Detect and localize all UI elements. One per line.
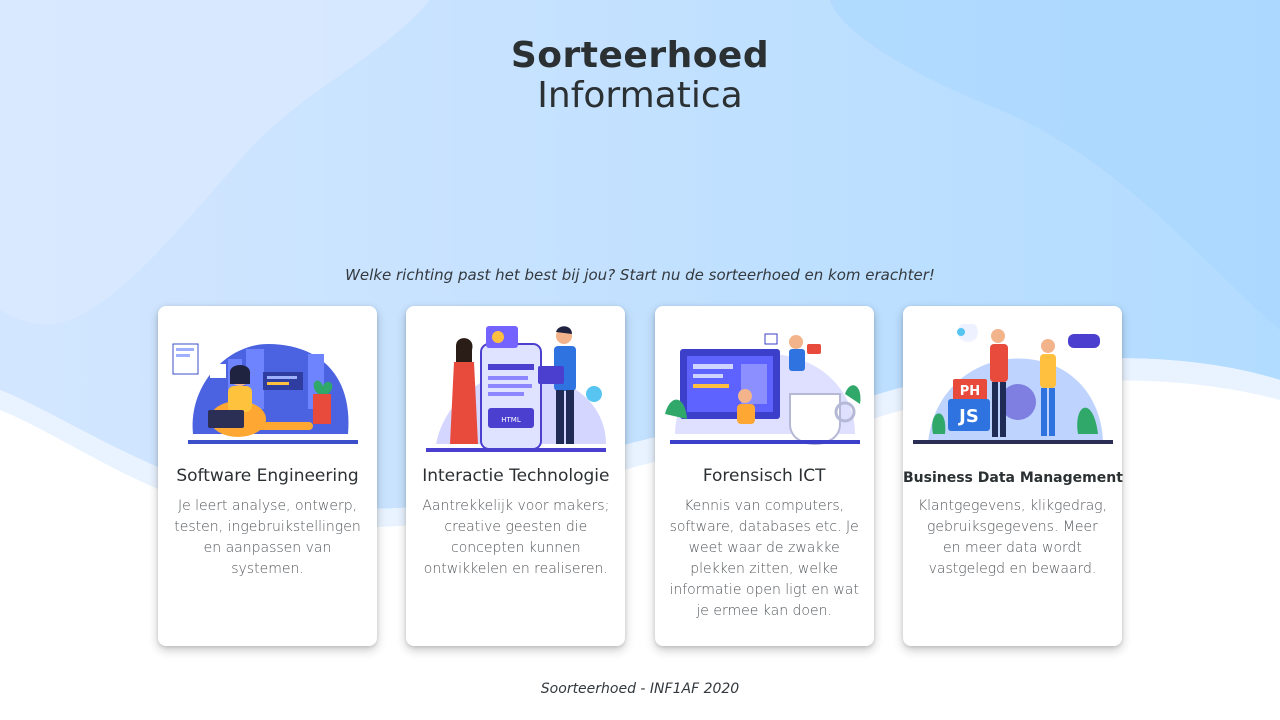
card-grid: Software Engineering Je leert analyse, o… [158, 306, 1123, 646]
card-description: Klantgegevens, klikgedrag, gebruiksgegev… [917, 498, 1108, 577]
card-description: Kennis van computers, software, database… [669, 498, 859, 619]
php-badge: PH [960, 384, 980, 399]
card-forensisch-ict[interactable]: Forensisch ICT Kennis van computers, sof… [654, 306, 874, 646]
tagline: Welke richting past het best bij jou? St… [345, 266, 935, 284]
footer-text: Soorteerhoed - INF1AF 2020 [540, 681, 740, 697]
card-description: Aantrekkelijk voor makers; creative gees… [422, 498, 610, 577]
card-title: Software Engineering [176, 466, 359, 486]
card-title: Interactie Technologie [422, 466, 610, 486]
card-title: Business Data Management [902, 470, 1123, 486]
card-software-engineering[interactable]: Software Engineering Je leert analyse, o… [158, 306, 377, 646]
card-description: Je leert analyse, ontwerp, testen, ingeb… [174, 498, 361, 577]
monitor-coffee-illustration [664, 324, 865, 454]
developer-laptop-illustration [168, 324, 368, 454]
page-title: Sorteerhoed Informatica [0, 36, 1280, 116]
card-interactie-technologie[interactable]: HTML Interactie Technologie Aantrekkelij… [406, 306, 626, 646]
card-title: Forensisch ICT [702, 466, 826, 486]
html-mobile-illustration: HTML [416, 324, 616, 454]
js-badge: JS [957, 406, 979, 427]
title-main: Sorteerhoed [510, 35, 770, 76]
html-badge: HTML [502, 416, 522, 424]
card-business-data-management[interactable]: PH JS Business Data Management Klantgege… [902, 306, 1123, 646]
php-js-illustration: PH JS [912, 324, 1113, 454]
title-sub: Informatica [537, 75, 743, 116]
